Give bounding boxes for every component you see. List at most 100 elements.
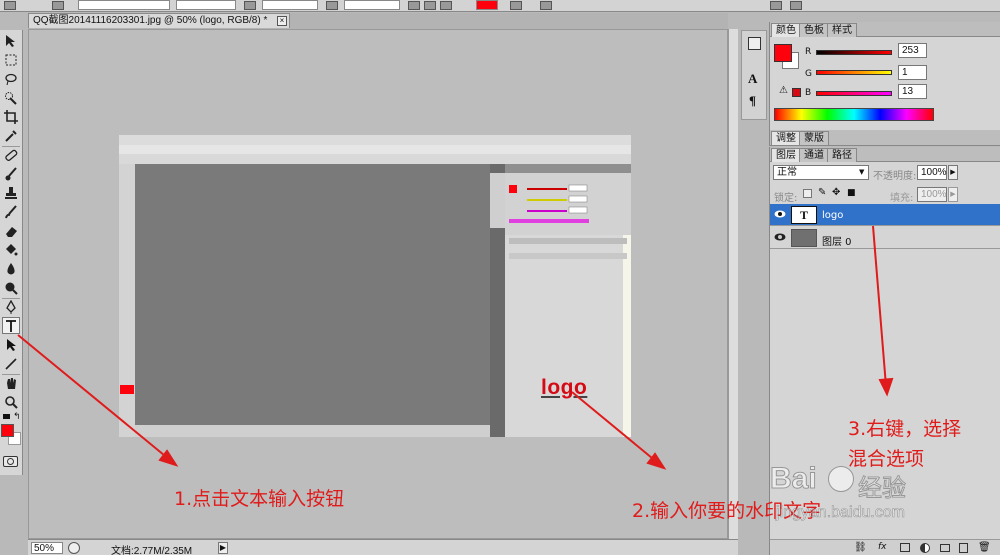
channel-g-field[interactable]: 1 (898, 65, 927, 80)
channel-b-slider[interactable] (816, 91, 892, 96)
quick-select-icon[interactable] (2, 89, 20, 106)
panel-icon-strip: A ¶ (741, 30, 767, 120)
lasso-icon[interactable] (2, 70, 20, 87)
fill-field[interactable]: 100% (917, 187, 947, 202)
tool-preset-button[interactable] (4, 1, 16, 10)
trash-icon[interactable]: 🗑 (978, 542, 991, 553)
toolbox: ↰ (0, 30, 23, 475)
channel-g-slider[interactable] (816, 70, 892, 75)
dodge-icon[interactable] (2, 279, 20, 296)
zoom-icon-status (68, 542, 80, 554)
gamut-color-swatch[interactable] (792, 88, 801, 97)
opacity-label: 不透明度: (873, 171, 917, 182)
new-layer-icon[interactable] (959, 543, 968, 553)
lock-transparent-icon[interactable] (803, 189, 812, 198)
character-panel-button[interactable] (540, 1, 552, 10)
tab-styles[interactable]: 样式 (827, 23, 857, 37)
paint-bucket-icon[interactable] (2, 241, 20, 258)
zoom-icon[interactable] (2, 393, 20, 410)
watermark-brand: Bai (770, 462, 818, 496)
blend-mode-chevron-down-icon: ▼ (859, 168, 865, 176)
channel-r-slider[interactable] (816, 50, 892, 55)
foreground-swatch[interactable] (774, 44, 792, 62)
history-panel-icon[interactable] (748, 37, 761, 50)
antialias-select[interactable] (344, 0, 400, 10)
canvas-logo-text[interactable]: logo (541, 376, 587, 400)
tab-color[interactable]: 颜色 (771, 23, 801, 37)
blur-icon[interactable] (2, 260, 20, 277)
brush-icon[interactable] (2, 165, 20, 182)
pen-icon[interactable] (2, 298, 20, 315)
link-icon[interactable]: ⛓ (854, 542, 867, 553)
cancel-button[interactable] (770, 1, 782, 10)
options-bar (0, 0, 1000, 12)
tab-adjustments[interactable]: 调整 (771, 131, 801, 145)
lock-all-icon[interactable]: ■ (847, 188, 856, 198)
tab-layers[interactable]: 图层 (771, 148, 801, 162)
align-right-button[interactable] (440, 1, 452, 10)
layer-row-layer0[interactable]: 图层 0 (770, 227, 1000, 249)
align-center-button[interactable] (424, 1, 436, 10)
group-folder-icon[interactable] (940, 544, 950, 552)
document-info: 文档:2.77M/2.35M (111, 546, 193, 555)
annotation-step3-line1: 3.右键，选择 (848, 418, 962, 440)
font-family-select[interactable] (78, 0, 170, 10)
default-colors-icon[interactable] (3, 414, 10, 419)
history-brush-icon[interactable] (2, 203, 20, 220)
color-spectrum-ramp[interactable] (774, 108, 934, 121)
zoom-level[interactable]: 50% (31, 542, 63, 554)
type-icon[interactable] (2, 317, 20, 334)
path-select-icon[interactable] (2, 336, 20, 353)
color-panel: 颜色 色板 样式 ⚠ R 253 G 1 B 13 (769, 22, 1000, 130)
canvas[interactable]: logo (28, 29, 728, 539)
healing-icon[interactable] (2, 146, 20, 163)
layer-name-layer0[interactable]: 图层 0 (822, 233, 852, 248)
document-tab[interactable]: QQ截图20141116203301.jpg @ 50% (logo, RGB/… (28, 13, 290, 28)
layers-panel-tabs: 图层 通道 路径 (770, 147, 1000, 162)
channel-r-field[interactable]: 253 (898, 43, 927, 58)
layer-name-logo[interactable]: logo (822, 210, 843, 221)
crop-icon[interactable] (2, 108, 20, 125)
warp-text-button[interactable] (510, 1, 522, 10)
marquee-icon[interactable] (2, 51, 20, 68)
clone-stamp-icon[interactable] (2, 184, 20, 201)
channel-b-field[interactable]: 13 (898, 84, 927, 99)
font-size-select[interactable] (262, 0, 318, 10)
mask-icon[interactable] (900, 543, 910, 552)
fill-arrow-icon[interactable]: ▶ (948, 187, 958, 202)
opacity-arrow-icon[interactable]: ▶ (948, 165, 958, 180)
status-menu-arrow-icon[interactable]: ▶ (218, 542, 228, 554)
foreground-color-swatch[interactable] (1, 424, 14, 437)
gamut-warning-icon: ⚠ (779, 85, 788, 96)
paragraph-panel-icon[interactable]: ¶ (749, 93, 756, 109)
eyedropper-icon[interactable] (2, 127, 20, 144)
channel-g-label: G (805, 69, 812, 79)
commit-button[interactable] (790, 1, 802, 10)
line-icon[interactable] (2, 355, 20, 372)
tab-paths[interactable]: 路径 (827, 148, 857, 162)
align-left-button[interactable] (408, 1, 420, 10)
fx-icon[interactable]: fx (878, 542, 887, 552)
options-button[interactable] (52, 1, 64, 10)
character-panel-icon[interactable]: A (748, 71, 757, 87)
layer-row-logo[interactable]: T logo (770, 204, 1000, 226)
blend-mode-select[interactable]: 正常 (773, 165, 869, 180)
font-style-select[interactable] (176, 0, 236, 10)
lock-brush-icon[interactable]: ✎ (818, 187, 826, 198)
adjustment-layer-icon[interactable] (920, 543, 930, 553)
swap-colors-icon[interactable]: ↰ (13, 413, 21, 422)
eye-icon[interactable] (774, 232, 786, 242)
tab-masks[interactable]: 蒙版 (799, 131, 829, 145)
quick-mask-button[interactable] (3, 456, 18, 467)
move-icon[interactable] (2, 32, 20, 49)
tab-swatches[interactable]: 色板 (799, 23, 829, 37)
tab-channels[interactable]: 通道 (799, 148, 829, 162)
vertical-scrollbar[interactable] (728, 29, 738, 539)
hand-icon[interactable] (2, 374, 20, 391)
text-color-swatch[interactable] (476, 0, 498, 10)
opacity-field[interactable]: 100% (917, 165, 947, 180)
close-icon[interactable]: × (277, 16, 287, 26)
eye-icon[interactable] (774, 209, 786, 219)
eraser-icon[interactable] (2, 222, 20, 239)
lock-move-icon[interactable]: ✥ (832, 187, 840, 198)
